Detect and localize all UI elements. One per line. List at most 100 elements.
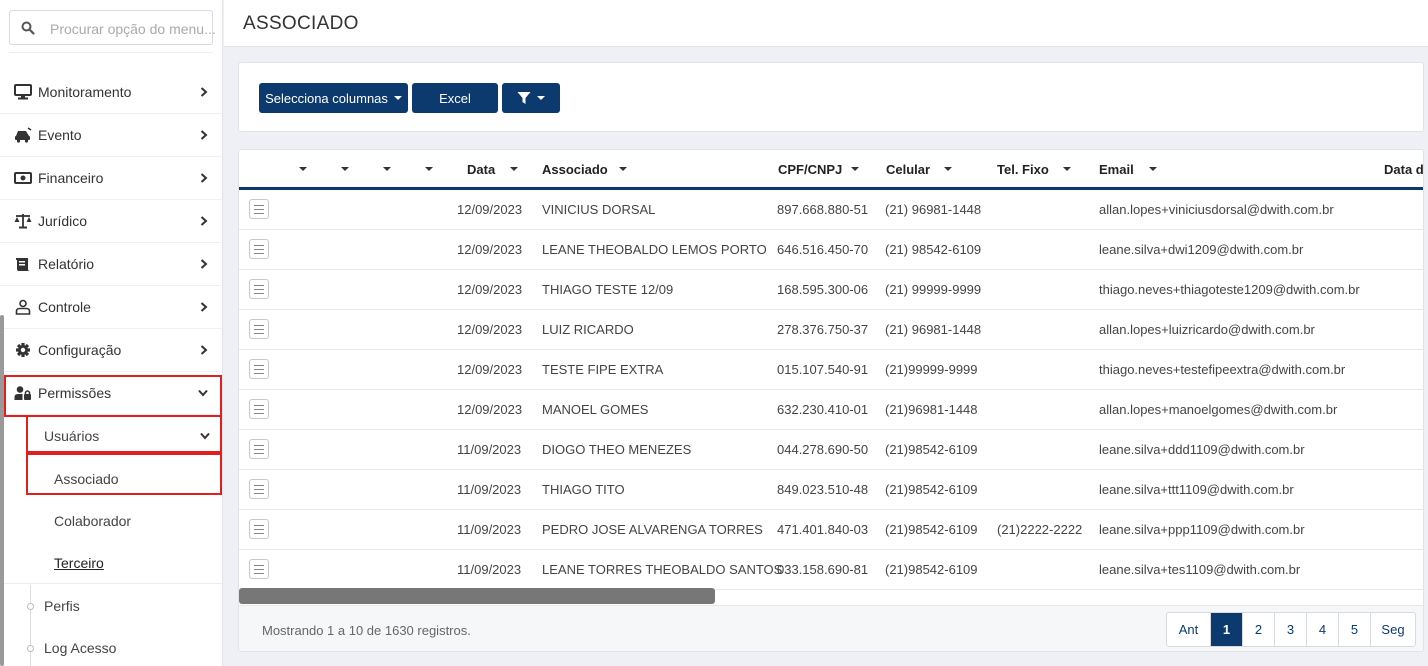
pagination-next[interactable]: Seg	[1371, 613, 1415, 646]
cell-associado: LEANE TORRES THEOBALDO SANTOS	[542, 562, 783, 577]
cell-celular: (21) 98542-6109	[885, 242, 982, 257]
cell-email: thiago.neves+thiagoteste1209@dwith.com.b…	[1099, 282, 1360, 297]
sidebar-item-relatorio[interactable]: Relatório	[0, 243, 222, 286]
cell-cpf: 897.668.880-51	[777, 202, 869, 217]
records-info: Mostrando 1 a 10 de 1630 registros.	[262, 623, 471, 638]
row-menu-icon[interactable]	[249, 519, 269, 539]
pagination-page[interactable]: 5	[1339, 613, 1371, 646]
table-row[interactable]: 12/09/2023 LEANE THEOBALDO LEMOS PORTO 646…	[239, 230, 1423, 270]
sidebar-scrollbar[interactable]	[0, 315, 4, 666]
pagination-page[interactable]: 1	[1211, 613, 1243, 646]
cell-email: leane.silva+dwi1209@dwith.com.br	[1099, 242, 1304, 257]
cell-celular: (21)98542-6109	[885, 522, 978, 537]
cell-data: 11/09/2023	[457, 522, 522, 537]
pagination-page[interactable]: 3	[1275, 613, 1307, 646]
gear-icon	[16, 343, 30, 357]
car-crash-icon	[15, 127, 32, 143]
cell-email: allan.lopes+manoelgomes@dwith.com.br	[1099, 402, 1338, 417]
row-menu-icon[interactable]	[249, 359, 269, 379]
table-row[interactable]: 11/09/2023 DIOGO THEO MENEZES 044.278.690-…	[239, 430, 1423, 470]
column-header-data-d[interactable]: Data d	[1384, 162, 1423, 177]
cell-celular: (21) 99999-9999	[885, 282, 982, 297]
pagination-page[interactable]: 4	[1307, 613, 1339, 646]
filter-button[interactable]	[502, 83, 560, 113]
cell-cpf: 471.401.840-03	[777, 522, 869, 537]
row-menu-icon[interactable]	[249, 399, 269, 419]
sort-icon[interactable]	[1063, 167, 1071, 171]
highlight-box	[4, 375, 222, 417]
sort-icon[interactable]	[944, 167, 952, 171]
menu-search[interactable]: Procurar opção do menu...	[9, 10, 216, 45]
row-menu-icon[interactable]	[249, 319, 269, 339]
column-header-email[interactable]: Email	[1099, 162, 1134, 177]
column-toggle-icon[interactable]	[299, 167, 307, 171]
cell-celular: (21)98542-6109	[885, 442, 978, 457]
sidebar-item-label: Financeiro	[38, 170, 104, 186]
divider	[9, 52, 213, 53]
sort-icon[interactable]	[1149, 167, 1157, 171]
cell-cpf: 849.023.510-48	[777, 482, 869, 497]
select-columns-button[interactable]: Selecciona columnas	[259, 83, 408, 113]
chevron-right-icon	[200, 345, 208, 355]
column-header-data[interactable]: Data	[467, 162, 495, 177]
sidebar-item-controle[interactable]: Controle	[0, 286, 222, 329]
sidebar-item-monitoramento[interactable]: Monitoramento	[0, 71, 222, 114]
sidebar-item-financeiro[interactable]: Financeiro	[0, 157, 222, 200]
cell-data: 11/09/2023	[457, 442, 522, 457]
table-row[interactable]: 11/09/2023 LEANE TORRES THEOBALDO SANTOS 0…	[239, 550, 1423, 590]
cell-cpf: 168.595.300-06	[777, 282, 869, 297]
excel-button[interactable]: Excel	[412, 83, 498, 113]
sidebar-item-configuracao[interactable]: Configuração	[0, 329, 222, 372]
sort-icon[interactable]	[619, 167, 627, 171]
cell-associado: THIAGO TESTE 12/09	[542, 282, 674, 297]
row-menu-icon[interactable]	[249, 479, 269, 499]
pagination-page[interactable]: 2	[1243, 613, 1275, 646]
sort-icon[interactable]	[510, 167, 518, 171]
column-toggle-icon[interactable]	[341, 167, 349, 171]
row-menu-icon[interactable]	[249, 279, 269, 299]
table-row[interactable]: 12/09/2023 MANOEL GOMES 632.230.410-01 (21)…	[239, 390, 1423, 430]
row-menu-icon[interactable]	[249, 239, 269, 259]
cell-associado: TESTE FIPE EXTRA	[542, 362, 664, 377]
page-title: ASSOCIADO	[243, 13, 359, 34]
cell-email: allan.lopes+viniciusdorsal@dwith.com.br	[1099, 202, 1334, 217]
sidebar-item-perfis[interactable]: Perfis	[0, 585, 222, 627]
pagination-prev[interactable]: Ant	[1167, 613, 1211, 646]
sidebar-item-terceiro[interactable]: Terceiro	[0, 542, 222, 584]
table-footer: Mostrando 1 a 10 de 1630 registros. Ant …	[239, 605, 1423, 651]
cell-data: 12/09/2023	[457, 402, 523, 417]
table-row[interactable]: 11/09/2023 THIAGO TITO 849.023.510-48 (21)9…	[239, 470, 1423, 510]
column-header-associado[interactable]: Associado	[542, 162, 608, 177]
search-input[interactable]: Procurar opção do menu...	[50, 21, 216, 37]
table-row[interactable]: 12/09/2023 TESTE FIPE EXTRA 015.107.540-91…	[239, 350, 1423, 390]
cell-associado: VINICIUS DORSAL	[542, 202, 656, 217]
column-header-cpf[interactable]: CPF/CNPJ	[778, 162, 842, 177]
row-menu-icon[interactable]	[249, 559, 269, 579]
table-row[interactable]: 12/09/2023 VINICIUS DORSAL 897.668.880-51 (…	[239, 190, 1423, 230]
column-toggle-icon[interactable]	[383, 167, 391, 171]
cell-associado: LEANE THEOBALDO LEMOS PORTO	[542, 242, 767, 257]
sidebar-item-juridico[interactable]: Jurídico	[0, 200, 222, 243]
column-header-tel-fixo[interactable]: Tel. Fixo	[997, 162, 1049, 177]
column-header-celular[interactable]: Celular	[886, 162, 930, 177]
cell-cpf: 015.107.540-91	[777, 362, 869, 377]
cell-email: leane.silva+ddd1109@dwith.com.br	[1099, 442, 1305, 457]
sidebar-item-colaborador[interactable]: Colaborador	[0, 500, 222, 542]
cell-data: 11/09/2023	[457, 562, 522, 577]
sidebar-item-evento[interactable]: Evento	[0, 114, 222, 157]
table-row[interactable]: 12/09/2023 THIAGO TESTE 12/09 168.595.300-…	[239, 270, 1423, 310]
table-row[interactable]: 11/09/2023 PEDRO JOSE ALVARENGA TORRES 471…	[239, 510, 1423, 550]
cell-associado: LUIZ RICARDO	[542, 322, 634, 337]
sidebar-item-log-acesso[interactable]: Log Acesso	[0, 627, 222, 666]
chevron-right-icon	[200, 302, 208, 312]
sort-icon[interactable]	[851, 167, 859, 171]
scale-icon	[14, 214, 32, 229]
column-toggle-icon[interactable]	[425, 167, 433, 171]
sidebar: Procurar opção do menu... Monitoramento …	[0, 0, 223, 666]
table-row[interactable]: 12/09/2023 LUIZ RICARDO 278.376.750-37 (21)…	[239, 310, 1423, 350]
sidebar-item-label: Terceiro	[54, 554, 104, 571]
row-menu-icon[interactable]	[249, 439, 269, 459]
horizontal-scrollbar[interactable]	[239, 588, 715, 604]
row-menu-icon[interactable]	[249, 199, 269, 219]
table-header: Data Associado CPF/CNPJ Celular Tel. Fix…	[239, 150, 1423, 190]
